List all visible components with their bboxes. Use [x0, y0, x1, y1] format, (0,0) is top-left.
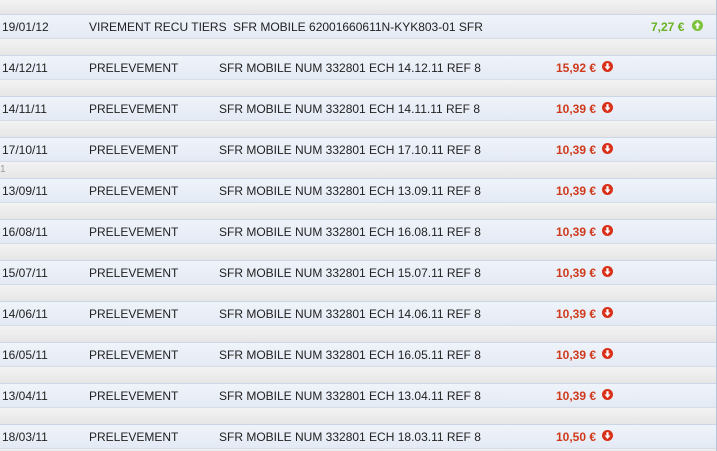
- transaction-label: SFR MOBILE NUM 332801 ECH 15.07.11 REF 8: [219, 266, 481, 280]
- transaction-row[interactable]: 14/06/11 PRELEVEMENT SFR MOBILE NUM 3328…: [0, 301, 716, 326]
- transaction-type: PRELEVEMENT: [89, 143, 179, 157]
- transaction-amount: 10,39 €: [556, 225, 597, 239]
- down-arrow-icon: [602, 266, 613, 277]
- transaction-label: SFR MOBILE NUM 332801 ECH 13.09.11 REF 8: [219, 184, 481, 198]
- transaction-label: SFR MOBILE NUM 332801 ECH 18.03.11 REF 8: [219, 430, 481, 444]
- transaction-label: SFR MOBILE NUM 332801 ECH 14.06.11 REF 8: [219, 307, 481, 321]
- transaction-amount: 10,39 €: [556, 266, 597, 280]
- transaction-date: 13/04/11: [2, 389, 48, 403]
- row-separator: [0, 408, 716, 424]
- transaction-date: 13/09/11: [2, 184, 48, 198]
- transaction-amount: 10,50 €: [556, 430, 597, 444]
- transaction-type: VIREMENT RECU TIERS: [89, 20, 227, 34]
- row-separator: [0, 326, 716, 342]
- transaction-amount: 10,39 €: [556, 143, 597, 157]
- transaction-type: PRELEVEMENT: [89, 307, 179, 321]
- row-separator: [0, 203, 716, 219]
- down-arrow-icon: [602, 430, 613, 441]
- transaction-row[interactable]: 14/12/11 PRELEVEMENT SFR MOBILE NUM 3328…: [0, 55, 716, 80]
- transaction-label: SFR MOBILE NUM 332801 ECH 13.04.11 REF 8: [219, 389, 481, 403]
- transaction-type: PRELEVEMENT: [89, 184, 179, 198]
- transaction-row[interactable]: 17/10/11 PRELEVEMENT SFR MOBILE NUM 3328…: [0, 137, 716, 162]
- transaction-amount: 10,39 €: [556, 102, 597, 116]
- transaction-row[interactable]: 19/01/12 VIREMENT RECU TIERS SFR MOBILE …: [0, 14, 716, 39]
- transaction-type: PRELEVEMENT: [89, 430, 179, 444]
- transaction-row[interactable]: 18/03/11 PRELEVEMENT SFR MOBILE NUM 3328…: [0, 424, 716, 449]
- down-arrow-icon: [602, 389, 613, 400]
- down-arrow-icon: [602, 307, 613, 318]
- transaction-row[interactable]: 14/11/11 PRELEVEMENT SFR MOBILE NUM 3328…: [0, 96, 716, 121]
- down-arrow-icon: [602, 225, 613, 236]
- row-marker: 1: [0, 164, 6, 175]
- transaction-type: PRELEVEMENT: [89, 225, 179, 239]
- row-separator: [0, 121, 716, 137]
- row-separator: [0, 244, 716, 260]
- transaction-amount: 15,92 €: [556, 61, 597, 75]
- transaction-type: PRELEVEMENT: [89, 266, 179, 280]
- transaction-label: SFR MOBILE 62001660611N-KYK803-01 SFR: [233, 20, 483, 34]
- transaction-label: SFR MOBILE NUM 332801 ECH 14.12.11 REF 8: [219, 61, 481, 75]
- down-arrow-icon: [602, 348, 613, 359]
- transaction-list: 19/01/12 VIREMENT RECU TIERS SFR MOBILE …: [0, 0, 717, 451]
- transaction-row[interactable]: 16/08/11 PRELEVEMENT SFR MOBILE NUM 3328…: [0, 219, 716, 244]
- transaction-label: SFR MOBILE NUM 332801 ECH 14.11.11 REF 8: [219, 102, 480, 116]
- transaction-amount: 10,39 €: [556, 389, 597, 403]
- transaction-date: 18/03/11: [2, 430, 48, 444]
- down-arrow-icon: [602, 102, 613, 113]
- row-separator: [0, 367, 716, 383]
- transaction-label: SFR MOBILE NUM 332801 ECH 17.10.11 REF 8: [219, 143, 481, 157]
- transaction-date: 16/05/11: [2, 348, 48, 362]
- transaction-type: PRELEVEMENT: [89, 102, 179, 116]
- transaction-row[interactable]: 13/04/11 PRELEVEMENT SFR MOBILE NUM 3328…: [0, 383, 716, 408]
- down-arrow-icon: [602, 143, 613, 154]
- transaction-row[interactable]: 15/07/11 PRELEVEMENT SFR MOBILE NUM 3328…: [0, 260, 716, 285]
- row-separator: [0, 0, 716, 14]
- down-arrow-icon: [602, 61, 613, 72]
- transaction-date: 17/10/11: [2, 143, 48, 157]
- transaction-row[interactable]: 13/09/11 PRELEVEMENT SFR MOBILE NUM 3328…: [0, 178, 716, 203]
- down-arrow-icon: [602, 184, 613, 195]
- transaction-amount: 10,39 €: [556, 348, 597, 362]
- row-separator: [0, 80, 716, 96]
- row-separator: [0, 285, 716, 301]
- transaction-amount: 10,39 €: [556, 184, 597, 198]
- transaction-type: PRELEVEMENT: [89, 348, 179, 362]
- transaction-date: 14/06/11: [2, 307, 48, 321]
- transaction-row[interactable]: 16/05/11 PRELEVEMENT SFR MOBILE NUM 3328…: [0, 342, 716, 367]
- transaction-date: 16/08/11: [2, 225, 48, 239]
- transaction-date: 15/07/11: [2, 266, 48, 280]
- transaction-date: 19/01/12: [2, 20, 49, 34]
- transaction-date: 14/12/11: [2, 61, 48, 75]
- row-separator: 1: [0, 162, 716, 178]
- row-separator: [0, 39, 716, 55]
- transaction-date: 14/11/11: [2, 102, 47, 116]
- transaction-type: PRELEVEMENT: [89, 389, 179, 403]
- transaction-type: PRELEVEMENT: [89, 61, 179, 75]
- transaction-amount: 7,27 €: [651, 20, 685, 34]
- transaction-label: SFR MOBILE NUM 332801 ECH 16.08.11 REF 8: [219, 225, 481, 239]
- transaction-label: SFR MOBILE NUM 332801 ECH 16.05.11 REF 8: [219, 348, 481, 362]
- up-arrow-icon: [692, 20, 703, 31]
- transaction-amount: 10,39 €: [556, 307, 597, 321]
